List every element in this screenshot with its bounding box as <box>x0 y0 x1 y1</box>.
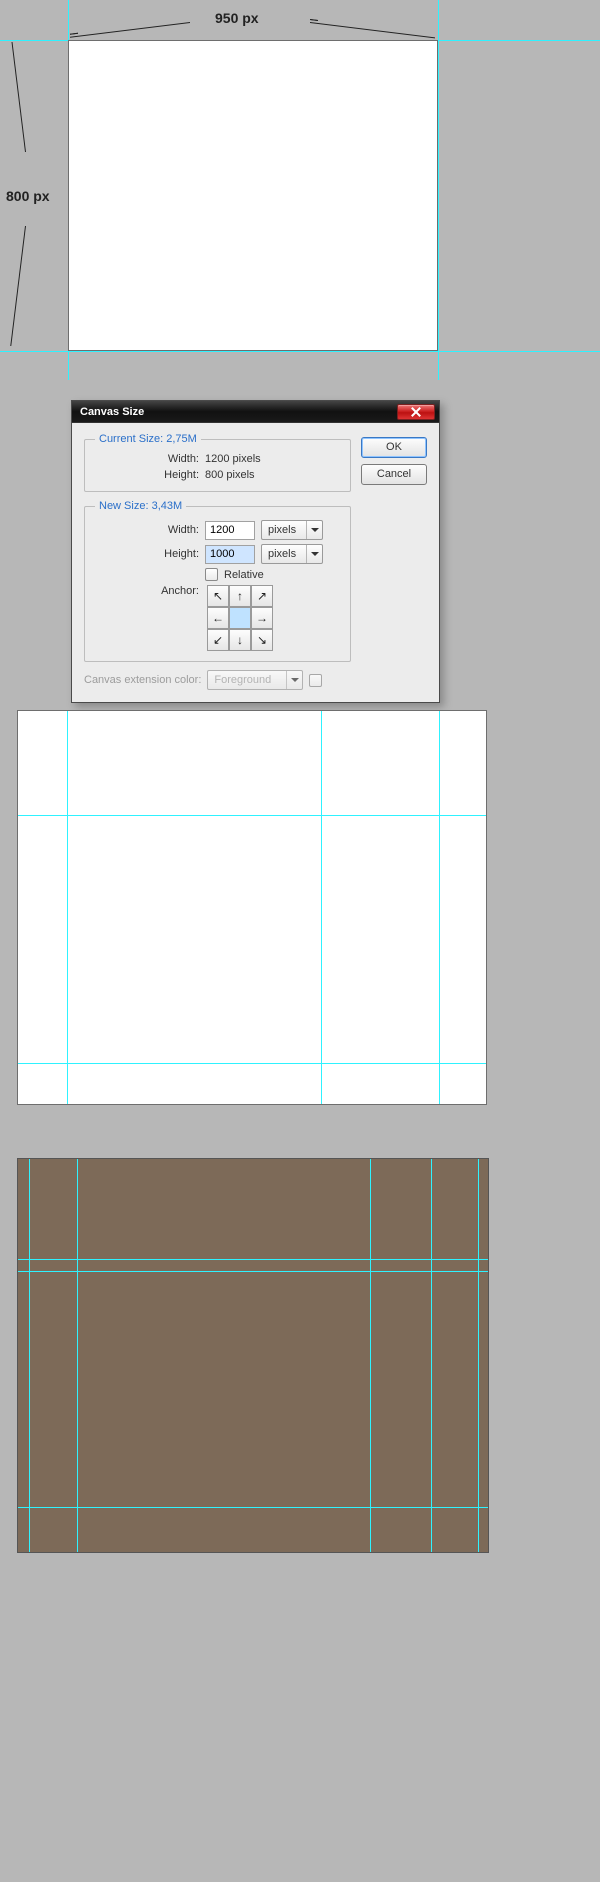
current-width-value: 1200 pixels <box>205 453 261 465</box>
guide-v1b <box>77 1159 78 1552</box>
current-width-row: Width: 1200 pixels <box>95 453 340 465</box>
current-size-legend: Current Size: 2,75M <box>95 433 201 445</box>
height-dim-label: 800 px <box>6 188 50 204</box>
extension-color-label: Canvas extension color: <box>84 674 201 686</box>
anchor-w[interactable]: ← <box>207 607 229 629</box>
canvas-brown-guides <box>17 1158 489 1553</box>
canvas-950x800 <box>68 40 438 351</box>
current-width-label: Width: <box>95 453 199 465</box>
width-unit-select[interactable]: pixels <box>261 520 323 540</box>
guide-v3b <box>431 1159 432 1552</box>
dim-arrow-top <box>11 42 26 152</box>
guide-h3b <box>18 1507 488 1508</box>
guide-h2b <box>18 1271 488 1272</box>
dim-arrow-bottom <box>10 226 26 346</box>
anchor-nw[interactable]: ↖ <box>207 585 229 607</box>
dim-arrow-right <box>310 22 435 38</box>
guide-v3 <box>439 711 440 1104</box>
width-unit-value: pixels <box>262 524 306 536</box>
width-dim-label: 950 px <box>215 10 259 26</box>
new-width-input[interactable] <box>205 521 255 540</box>
anchor-sw[interactable]: ↙ <box>207 629 229 651</box>
anchor-se[interactable]: ↘ <box>251 629 273 651</box>
guide-v0b <box>29 1159 30 1552</box>
chevron-down-icon <box>286 671 302 689</box>
relative-label: Relative <box>224 569 264 581</box>
dialog-titlebar[interactable]: Canvas Size <box>72 401 439 423</box>
new-size-group: New Size: 3,43M Width: pixels Height: <box>84 500 351 662</box>
anchor-s[interactable]: ↓ <box>229 629 251 651</box>
new-size-legend: New Size: 3,43M <box>95 500 186 512</box>
extension-color-value: Foreground <box>208 674 286 686</box>
canvas-size-dialog: Canvas Size Current Size: 2,75M Width: 1… <box>71 400 440 703</box>
dialog-body: Current Size: 2,75M Width: 1200 pixels H… <box>72 423 439 702</box>
guide-bottom <box>0 351 600 352</box>
extension-color-select: Foreground <box>207 670 303 690</box>
guide-right <box>438 0 439 380</box>
relative-checkbox[interactable] <box>205 568 218 581</box>
close-button[interactable] <box>397 404 435 420</box>
cancel-button[interactable]: Cancel <box>361 464 427 485</box>
section-1: 950 px 800 px <box>0 0 600 380</box>
dialog-left-column: Current Size: 2,75M Width: 1200 pixels H… <box>84 433 351 690</box>
current-height-row: Height: 800 pixels <box>95 469 340 481</box>
ok-button[interactable]: OK <box>361 437 427 458</box>
current-height-value: 800 pixels <box>205 469 255 481</box>
guide-h2 <box>18 1063 486 1064</box>
dim-arrow-left <box>70 22 190 38</box>
guide-v1 <box>67 711 68 1104</box>
extension-color-swatch <box>309 674 322 687</box>
chevron-down-icon <box>306 545 322 563</box>
new-height-input[interactable] <box>205 545 255 564</box>
anchor-center[interactable] <box>229 607 251 629</box>
guide-h1 <box>18 815 486 816</box>
relative-row: Relative <box>95 568 340 581</box>
anchor-ne[interactable]: ↗ <box>251 585 273 607</box>
canvas-white-guides <box>17 710 487 1105</box>
new-height-row: Height: pixels <box>95 544 340 564</box>
height-unit-value: pixels <box>262 548 306 560</box>
dialog-title: Canvas Size <box>80 406 397 418</box>
anchor-e[interactable]: → <box>251 607 273 629</box>
close-icon <box>411 407 421 417</box>
new-height-label: Height: <box>95 548 199 560</box>
tutorial-composite: 950 px 800 px Canvas Size Current Size: … <box>0 0 600 1882</box>
chevron-down-icon <box>306 521 322 539</box>
guide-v4b <box>478 1159 479 1552</box>
anchor-row: Anchor: ↖ ↑ ↗ ← → ↙ ↓ ↘ <box>95 585 340 651</box>
new-width-row: Width: pixels <box>95 520 340 540</box>
anchor-n[interactable]: ↑ <box>229 585 251 607</box>
anchor-grid: ↖ ↑ ↗ ← → ↙ ↓ ↘ <box>207 585 273 651</box>
current-size-group: Current Size: 2,75M Width: 1200 pixels H… <box>84 433 351 492</box>
guide-h1b <box>18 1259 488 1260</box>
guide-v2b <box>370 1159 371 1552</box>
new-width-label: Width: <box>95 524 199 536</box>
height-unit-select[interactable]: pixels <box>261 544 323 564</box>
dialog-right-column: OK Cancel <box>361 433 427 690</box>
extension-color-row: Canvas extension color: Foreground <box>84 670 351 690</box>
anchor-label: Anchor: <box>95 585 199 597</box>
guide-v2 <box>321 711 322 1104</box>
current-height-label: Height: <box>95 469 199 481</box>
